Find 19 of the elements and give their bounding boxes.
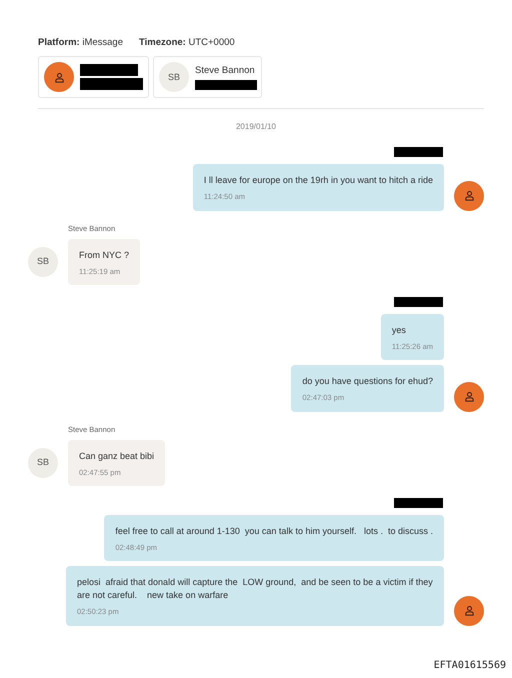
- participant-name: Steve Bannon: [195, 64, 256, 78]
- person-icon: [464, 605, 474, 616]
- message-text: From NYC ?: [79, 248, 130, 262]
- date-label: 2019/01/10: [236, 121, 276, 134]
- person-icon: [54, 72, 64, 83]
- platform-label: Platform: iMessage: [38, 36, 124, 50]
- person-icon: [464, 190, 474, 201]
- person-icon: [464, 391, 474, 402]
- message-text: I ll leave for europe on the 19rh in you want to hitch a ride: [204, 174, 433, 188]
- document-id: EFTA01615569: [434, 660, 506, 671]
- message-text: yes: [392, 324, 407, 337]
- message-text: feel free to call at around 1-130 you can talk to him yourself. lots . to discuss .: [115, 525, 433, 538]
- avatar: SB: [28, 246, 58, 277]
- avatar: SB: [159, 62, 189, 92]
- avatar: SB: [28, 448, 58, 478]
- message-text: Can ganz beat bibi: [79, 450, 154, 463]
- timezone-label: Timezone: UTC+0000: [139, 36, 235, 50]
- message-text: do you have questions for ehud?: [302, 375, 433, 388]
- message-text: pelosi afraid that donald will capture the LOW ground, and be seen to be a victim if they are not careful. new take on warfare: [77, 576, 433, 602]
